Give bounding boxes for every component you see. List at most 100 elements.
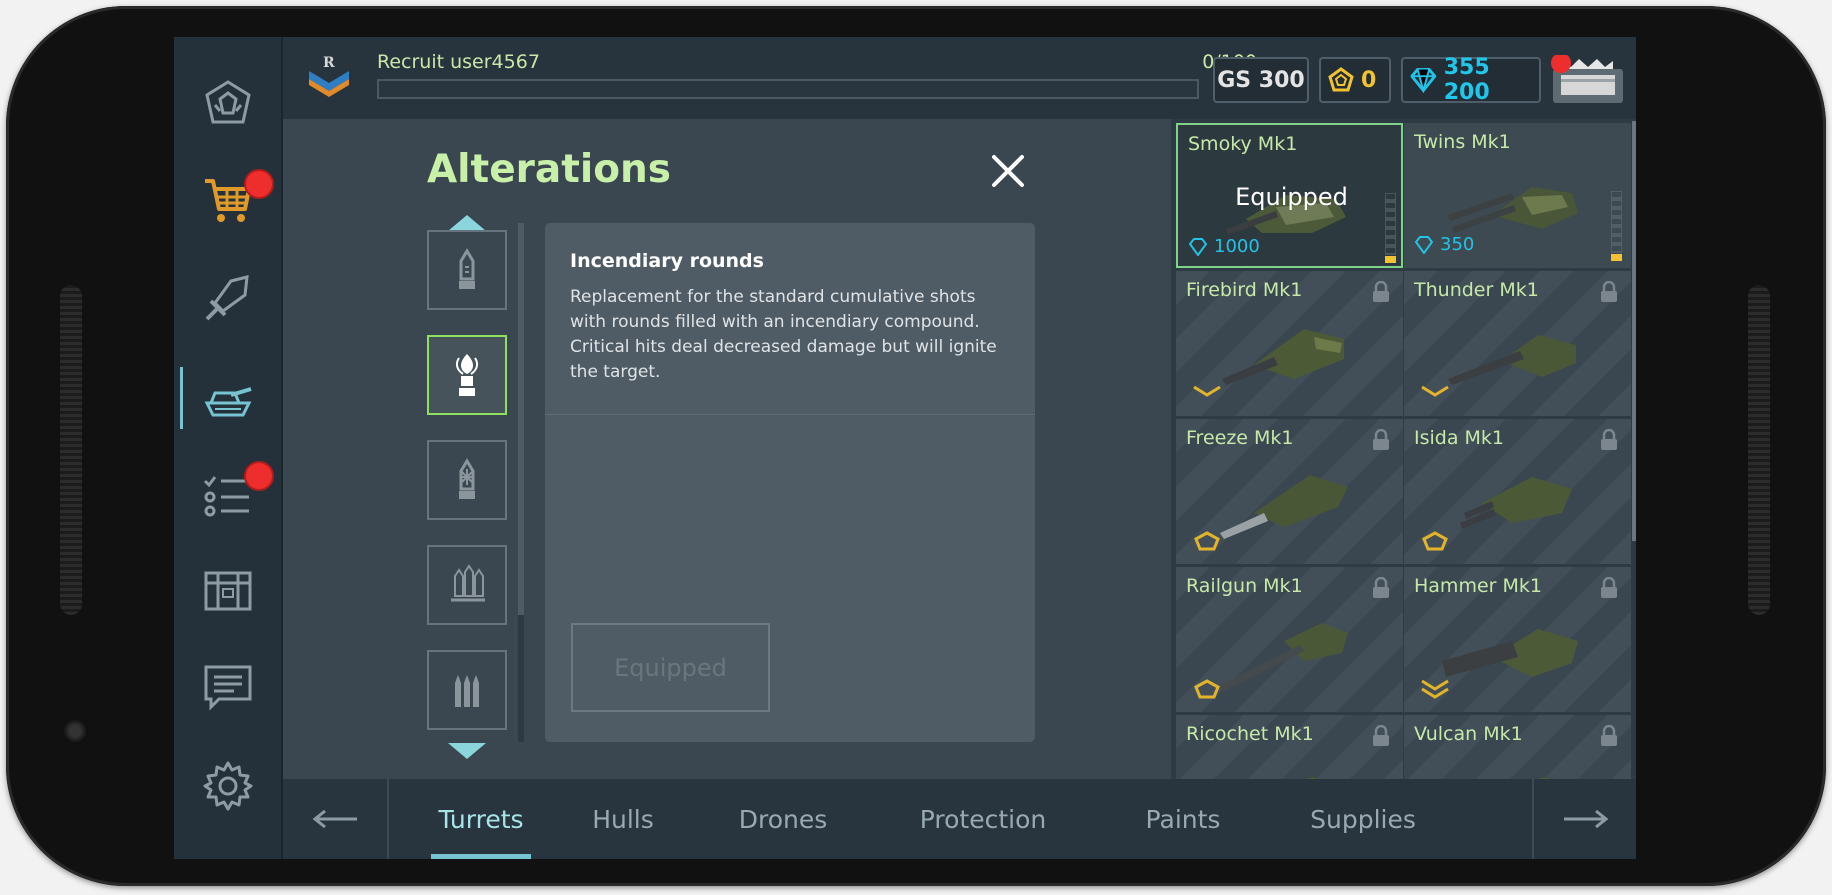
turret-grid: Smoky Mk1 Equipped 1000 Twins Mk1 350 Fi… xyxy=(1171,119,1636,859)
equipped-button-label: Equipped xyxy=(614,653,727,682)
shop-notification-dot xyxy=(244,169,274,199)
scroll-down-arrow-icon[interactable] xyxy=(448,743,486,759)
equipped-status-label: Equipped xyxy=(1235,183,1348,211)
active-tab-underline xyxy=(431,854,531,859)
crystal-icon xyxy=(1188,237,1208,256)
crystal-balance[interactable]: 355 200 xyxy=(1401,55,1541,105)
rank-badge-icon xyxy=(1194,679,1220,699)
gold-amount: 0 xyxy=(1361,67,1377,93)
tab-hulls[interactable]: Hulls xyxy=(563,779,683,859)
nav-containers-button[interactable] xyxy=(174,545,281,635)
turret-name: Firebird Mk1 xyxy=(1186,279,1303,301)
turret-name: Thunder Mk1 xyxy=(1414,279,1539,301)
freeze-shell-icon xyxy=(459,458,475,499)
close-icon[interactable] xyxy=(988,151,1028,191)
arrow-right-icon xyxy=(1564,809,1609,829)
lock-icon xyxy=(1601,725,1617,746)
alterations-title: Alterations xyxy=(427,147,671,192)
isida-turret-image xyxy=(1460,477,1572,529)
nav-garage-button[interactable] xyxy=(174,353,281,443)
nav-news-button[interactable] xyxy=(174,641,281,731)
gold-pentagon-icon xyxy=(1328,67,1354,92)
nav-battle-button[interactable] xyxy=(174,253,281,343)
tab-protection[interactable]: Protection xyxy=(883,779,1083,859)
tab-supplies[interactable]: Supplies xyxy=(1283,779,1443,859)
alteration-option-1[interactable] xyxy=(427,230,507,310)
turret-name: Vulcan Mk1 xyxy=(1414,723,1523,745)
front-camera xyxy=(62,718,88,744)
turret-name: Hammer Mk1 xyxy=(1414,575,1542,597)
gold-balance[interactable]: 0 xyxy=(1319,57,1391,103)
shell-icon xyxy=(459,248,475,289)
turret-card-railgun[interactable]: Railgun Mk1 xyxy=(1176,567,1403,712)
treasure-chest-icon[interactable] xyxy=(1549,55,1627,107)
rank-badge-icon xyxy=(1422,531,1448,551)
turret-card-isida[interactable]: Isida Mk1 xyxy=(1404,419,1631,564)
thunder-turret-image xyxy=(1448,335,1576,385)
alterations-scrollbar-thumb[interactable] xyxy=(518,223,524,615)
turret-name: Ricochet Mk1 xyxy=(1186,723,1314,745)
gear-icon xyxy=(203,761,252,811)
nav-settings-button[interactable] xyxy=(174,741,281,831)
rank-chevron-icon xyxy=(1421,385,1449,397)
turret-card-smoky[interactable]: Smoky Mk1 Equipped 1000 xyxy=(1176,123,1403,268)
right-speaker-grille xyxy=(1748,285,1770,615)
turret-price: 350 xyxy=(1414,234,1474,255)
rank-insignia-icon: R xyxy=(309,55,349,97)
tab-drones[interactable]: Drones xyxy=(713,779,853,859)
flame-shell-icon xyxy=(455,354,479,396)
game-screen: R Recruit user4567 0/100 GS 300 0 355 20… xyxy=(174,37,1636,859)
turret-price-value: 350 xyxy=(1440,234,1475,255)
detail-divider xyxy=(545,414,1035,415)
tab-paints[interactable]: Paints xyxy=(1113,779,1253,859)
previous-category-button[interactable] xyxy=(283,779,389,859)
turret-price: 1000 xyxy=(1188,236,1260,257)
rank-double-chevron-icon xyxy=(1421,679,1449,699)
bullets-icon xyxy=(455,675,479,707)
message-icon xyxy=(204,665,251,711)
home-icon xyxy=(204,80,251,124)
scroll-up-arrow-icon[interactable] xyxy=(448,215,486,231)
alteration-option-incendiary-rounds[interactable] xyxy=(427,335,507,415)
nav-shop-button[interactable] xyxy=(174,155,281,245)
turret-card-thunder[interactable]: Thunder Mk1 xyxy=(1404,271,1631,416)
firebird-turret-image xyxy=(1222,329,1344,385)
turret-card-hammer[interactable]: Hammer Mk1 xyxy=(1404,567,1631,712)
turret-card-twins[interactable]: Twins Mk1 350 xyxy=(1404,123,1631,268)
top-bar: R Recruit user4567 0/100 GS 300 0 355 20… xyxy=(283,37,1636,119)
turret-name: Smoky Mk1 xyxy=(1188,133,1298,155)
turret-card-firebird[interactable]: Firebird Mk1 xyxy=(1176,271,1403,416)
nav-home-button[interactable] xyxy=(174,57,281,147)
turret-name: Isida Mk1 xyxy=(1414,427,1505,449)
upgrade-level-bar xyxy=(1611,191,1622,261)
next-category-button[interactable] xyxy=(1532,779,1636,859)
hammer-turret-image xyxy=(1442,629,1578,677)
container-icon xyxy=(204,571,251,611)
upgrade-level-bar xyxy=(1385,193,1396,263)
alteration-detail-card: Incendiary rounds Replacement for the st… xyxy=(545,223,1035,742)
lock-icon xyxy=(1373,429,1389,450)
category-tab-bar: Turrets Hulls Drones Protection Paints S… xyxy=(283,779,1636,859)
turret-card-freeze[interactable]: Freeze Mk1 xyxy=(1176,419,1403,564)
alteration-option-3[interactable] xyxy=(427,440,507,520)
tab-turrets[interactable]: Turrets xyxy=(413,779,549,859)
missions-notification-dot xyxy=(244,461,274,491)
rank-badge-icon xyxy=(1194,531,1220,551)
turret-grid-scrollbar[interactable] xyxy=(1632,121,1636,541)
multi-shell-icon xyxy=(451,564,485,602)
sword-icon xyxy=(205,275,249,321)
alteration-description: Replacement for the standard cumulative … xyxy=(570,287,997,382)
equipped-button[interactable]: Equipped xyxy=(571,623,770,712)
railgun-turret-image xyxy=(1220,623,1348,691)
left-speaker-grille xyxy=(60,285,82,615)
lock-icon xyxy=(1373,281,1389,302)
alteration-option-4[interactable] xyxy=(427,545,507,625)
lock-icon xyxy=(1601,281,1617,302)
nav-missions-button[interactable] xyxy=(174,449,281,539)
freeze-turret-image xyxy=(1220,475,1348,539)
alteration-option-5[interactable] xyxy=(427,650,507,730)
lock-icon xyxy=(1373,725,1389,746)
turret-name: Railgun Mk1 xyxy=(1186,575,1303,597)
svg-text:R: R xyxy=(323,55,335,71)
turret-name: Twins Mk1 xyxy=(1414,131,1511,153)
